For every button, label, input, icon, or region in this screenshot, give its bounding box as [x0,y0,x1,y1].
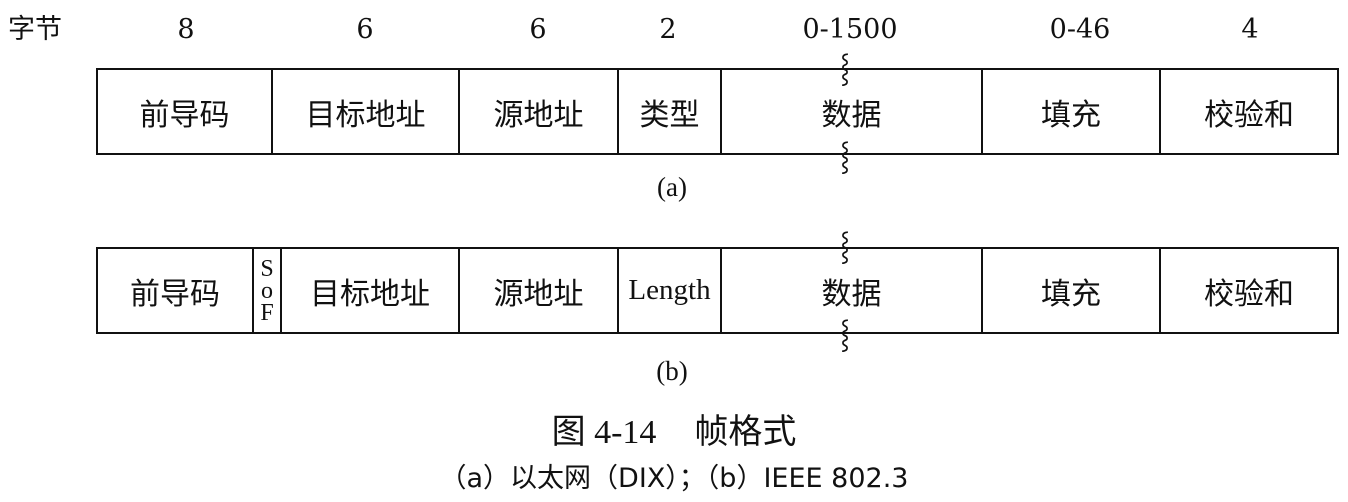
field-type: 类型 [619,70,722,153]
sof-letter-f: F [260,299,274,326]
frame-b-row: 前导码 S o F 目标地址 源地址 Length 数据 填充 校验和 [96,247,1339,334]
figure-caption: （a）以太网（DIX）；（b）IEEE 802.3 [439,463,909,494]
break-mark-b-bottom: ⸾ [840,317,851,350]
size-checksum: 4 [1241,14,1259,45]
break-mark-b-top: ⸾ [840,229,851,262]
field-dest-address: 目标地址 [282,249,460,332]
field-data: 数据 [722,70,983,153]
break-mark-a-top: ⸾ [840,51,851,84]
frame-a-row: 前导码 目标地址 源地址 类型 数据 填充 校验和 [96,68,1339,155]
bytes-label: 字节 [8,14,62,45]
field-preamble: 前导码 [98,70,273,153]
figure-number: 图 4-14 [551,414,657,451]
frame-a-label: (a) [657,172,687,202]
field-pad: 填充 [983,249,1161,332]
field-preamble: 前导码 [98,249,254,332]
size-data: 0-1500 [802,14,898,45]
sof-letter-o: o [261,277,273,304]
field-checksum: 校验和 [1204,276,1294,312]
field-dest-address: 目标地址 [273,70,460,153]
size-pad: 0-46 [1049,14,1111,45]
sof-letter-s: S [260,255,274,282]
field-data: 数据 [722,249,983,332]
size-type: 2 [659,14,677,45]
figure-title-text: 帧格式 [694,412,797,452]
break-mark-a-bottom: ⸾ [840,139,851,172]
size-preamble: 8 [177,14,195,45]
size-dest-address: 6 [356,14,374,45]
field-sof: S o F [254,249,282,332]
field-src-address: 源地址 [460,249,619,332]
figure-title: 图 4-14 帧格式 [0,404,1348,453]
field-src-address: 源地址 [460,70,619,153]
field-checksum: 校验和 [1204,97,1294,133]
field-pad: 填充 [983,70,1161,153]
size-src-address: 6 [529,14,547,45]
field-length: Length [619,249,722,332]
frame-b-label: (b) [656,356,688,386]
